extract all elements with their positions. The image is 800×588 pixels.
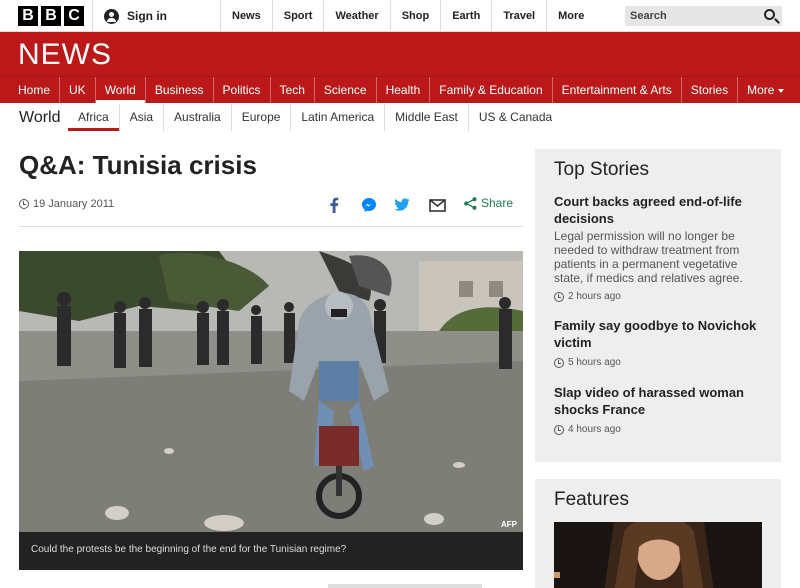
nav-world[interactable]: World (95, 77, 146, 103)
nav-stories[interactable]: Stories (682, 77, 739, 103)
below-caption-strip (328, 584, 482, 588)
subnav-item-latin-america[interactable]: Latin America (290, 104, 384, 131)
feature-image[interactable] (554, 522, 762, 588)
search-input[interactable]: Search (625, 6, 782, 26)
story-title[interactable]: Court backs agreed end-of-life decisions (554, 193, 769, 227)
story-summary: Legal permission will no longer be neede… (554, 229, 743, 285)
nav-label: More (747, 83, 775, 97)
news-wordmark[interactable]: NEWS (18, 38, 112, 72)
global-nav-sport[interactable]: Sport (271, 0, 324, 32)
features-title: Features (554, 489, 629, 510)
subnav-item-australia[interactable]: Australia (163, 104, 231, 131)
nav-home[interactable]: Home (9, 77, 61, 103)
nav-science[interactable]: Science (315, 77, 377, 103)
divider (19, 226, 523, 227)
nav-more[interactable]: More (738, 77, 793, 103)
nav-tech[interactable]: Tech (271, 77, 315, 103)
nav-label: UK (69, 83, 86, 97)
story-time: 2 hours ago (568, 291, 621, 302)
global-nav-weather[interactable]: Weather (323, 0, 389, 32)
chevron-down-icon (778, 88, 785, 93)
nav-label: Business (154, 83, 204, 97)
nav-label: Politics (222, 83, 261, 97)
bbc-logo[interactable]: B B C (18, 6, 84, 26)
subnav-item-europe[interactable]: Europe (230, 104, 291, 131)
top-stories-panel: Top Stories Court backs agreed end-of-li… (535, 149, 781, 462)
logo-letter: B (41, 6, 61, 26)
messenger-icon (362, 198, 376, 212)
article-headline: Q&A: Tunisia crisis (19, 150, 257, 180)
nav-label: World (104, 83, 136, 97)
article-photo: AFP (19, 251, 523, 532)
story-title[interactable]: Family say goodbye to Novichok victim (554, 317, 769, 351)
article-date: 19 January 2011 (19, 198, 114, 210)
nav-uk[interactable]: UK (60, 77, 96, 103)
nav-label: Science (323, 83, 367, 97)
subnav-item-africa[interactable]: Africa (68, 104, 119, 131)
clock-icon (554, 357, 564, 368)
photo-credit: AFP (501, 520, 518, 529)
nav-label: Stories (690, 83, 729, 97)
story-timestamp: 2 hours ago (554, 291, 769, 302)
story-time: 5 hours ago (568, 357, 621, 368)
clock-icon (554, 291, 564, 302)
clock-icon (554, 424, 564, 435)
global-nav-news[interactable]: News (220, 0, 272, 32)
main-nav: Home UK World Business Politics Tech Sci… (0, 76, 800, 103)
article-date-text: 19 January 2011 (33, 198, 115, 210)
share-button[interactable]: Share (464, 196, 513, 210)
protest-photo-illustration: AFP (19, 251, 523, 532)
nav-label: Health (385, 83, 421, 97)
nav-label: Entertainment & Arts (561, 83, 672, 97)
top-stories-title: Top Stories (554, 159, 650, 180)
clock-icon (19, 199, 29, 209)
photo-caption: Could the protests be the beginning of t… (19, 532, 523, 570)
global-nav-earth[interactable]: Earth (440, 0, 491, 32)
twitter-share-button[interactable] (392, 196, 412, 214)
nav-label: Family & Education (439, 83, 543, 97)
share-label: Share (481, 196, 514, 210)
sign-in-label: Sign in (127, 9, 167, 23)
story-timestamp: 4 hours ago (554, 424, 769, 435)
global-nav-travel[interactable]: Travel (491, 0, 546, 32)
nav-politics[interactable]: Politics (214, 77, 271, 103)
global-header: B B C Sign in News Sport Weather Shop Ea… (0, 0, 800, 32)
share-icon (464, 196, 477, 210)
story-item[interactable]: Slap video of harassed woman shocks Fran… (554, 384, 769, 435)
feature-portrait-illustration (554, 522, 762, 588)
story-time: 4 hours ago (568, 424, 621, 435)
story-item[interactable]: Court backs agreed end-of-life decisions… (554, 193, 769, 302)
nav-label: Home (18, 83, 51, 97)
nav-family-education[interactable]: Family & Education (430, 77, 553, 103)
search-icon[interactable] (764, 9, 775, 20)
subnav-item-asia[interactable]: Asia (118, 104, 163, 131)
nav-business[interactable]: Business (146, 77, 214, 103)
nav-health[interactable]: Health (377, 77, 431, 103)
global-nav: News Sport Weather Shop Earth Travel Mor… (220, 0, 650, 32)
features-panel: Features (535, 479, 781, 588)
global-nav-shop[interactable]: Shop (389, 0, 441, 32)
facebook-share-button[interactable] (324, 196, 344, 214)
story-timestamp: 5 hours ago (554, 357, 769, 368)
search-placeholder: Search (630, 10, 667, 22)
sub-nav: World Africa Asia Australia Europe Latin… (0, 104, 800, 131)
user-icon (104, 8, 119, 24)
twitter-icon (394, 198, 410, 211)
logo-letter: C (64, 6, 84, 26)
messenger-share-button[interactable] (359, 196, 379, 214)
subnav-item-us-canada[interactable]: US & Canada (467, 104, 562, 131)
facebook-icon (330, 197, 339, 213)
sign-in-button[interactable]: Sign in (104, 0, 167, 32)
nav-entertainment-arts[interactable]: Entertainment & Arts (553, 77, 682, 103)
email-icon (428, 198, 446, 212)
story-title[interactable]: Slap video of harassed woman shocks Fran… (554, 384, 769, 418)
email-share-button[interactable] (427, 196, 447, 214)
story-item[interactable]: Family say goodbye to Novichok victim 5 … (554, 317, 769, 368)
section-title[interactable]: World (0, 109, 68, 127)
nav-label: Tech (279, 83, 305, 97)
news-banner: NEWS (0, 32, 800, 76)
logo-letter: B (18, 6, 38, 26)
divider (92, 0, 93, 32)
subnav-item-middle-east[interactable]: Middle East (384, 104, 468, 131)
